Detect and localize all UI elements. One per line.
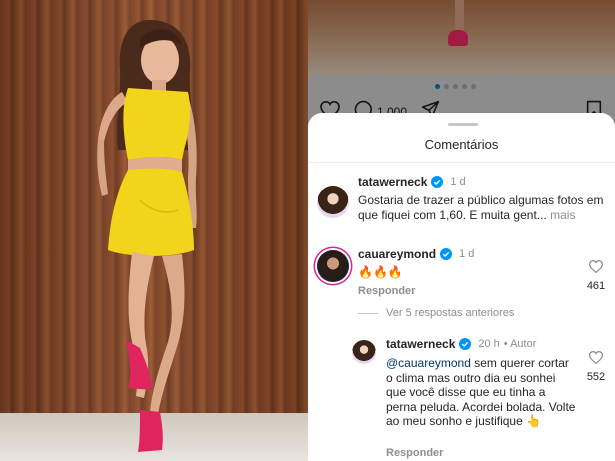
post-photo[interactable]	[0, 0, 308, 461]
verified-icon	[431, 176, 444, 188]
comment-time: 20 h	[478, 338, 500, 350]
avatar[interactable]	[317, 250, 349, 282]
reply-button[interactable]: Responder	[386, 447, 443, 459]
comment-username[interactable]: tatawerneck	[358, 175, 427, 189]
post-photo-preview	[308, 0, 615, 76]
heart-icon	[588, 351, 604, 365]
comment-text: @cauareymond sem querer cortar o clima m…	[386, 356, 576, 429]
comment-username[interactable]: tatawerneck	[386, 337, 455, 351]
comment-header: cauareymond 1 d	[358, 247, 474, 261]
woman-in-yellow-dress	[97, 20, 197, 452]
comment-time: 1 d	[450, 176, 466, 188]
view-replies-label: Ver 5 respostas anteriores	[386, 307, 515, 319]
comment-text: Gostaria de trazer a público algumas fot…	[358, 193, 610, 222]
mention-link[interactable]: @cauareymond	[386, 356, 471, 370]
comment-like[interactable]: 461	[583, 260, 609, 292]
verified-icon	[440, 248, 453, 260]
overlay-dim	[308, 0, 615, 76]
heart-icon	[588, 260, 604, 274]
comment-username[interactable]: cauareymond	[358, 247, 436, 261]
reply-button[interactable]: Responder	[358, 285, 415, 297]
sheet-title: Comentários	[424, 137, 499, 152]
comment-text: 🔥🔥🔥	[358, 265, 403, 279]
comment-header: tatawerneck 1 d	[358, 175, 466, 189]
avatar[interactable]	[352, 340, 376, 364]
comment-like[interactable]: 552	[583, 351, 609, 383]
verified-icon	[459, 338, 472, 350]
divider	[308, 162, 615, 163]
like-count: 552	[586, 371, 606, 383]
comment-header: tatawerneck 20 h • Autor	[386, 337, 536, 351]
view-replies-button[interactable]: Ver 5 respostas anteriores	[358, 307, 514, 319]
drag-handle[interactable]	[448, 123, 478, 126]
comment-time: 1 d	[459, 248, 475, 260]
author-badge: • Autor	[503, 338, 537, 350]
avatar[interactable]	[317, 186, 349, 218]
more-link[interactable]: mais	[550, 208, 575, 222]
divider-line	[358, 312, 378, 314]
like-count: 461	[586, 280, 606, 292]
